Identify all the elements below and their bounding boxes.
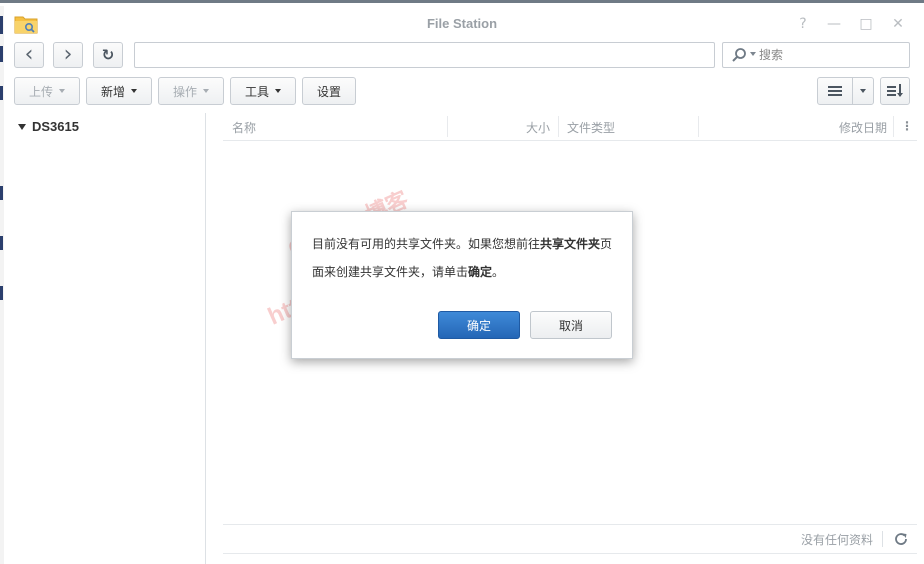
settings-button[interactable]: 设置 (302, 77, 356, 105)
column-name[interactable]: 名称 (232, 119, 256, 136)
upload-button[interactable]: 上传 (14, 77, 80, 105)
column-divider[interactable] (558, 116, 559, 137)
column-divider[interactable] (698, 116, 699, 137)
tools-button[interactable]: 工具 (230, 77, 296, 105)
chevron-down-icon (275, 89, 281, 93)
back-button[interactable]: ‹ (14, 42, 44, 68)
folder-tree: DS3615 (0, 113, 206, 564)
column-header: 名称 大小 文件类型 修改日期 ⋮ (223, 113, 917, 141)
chevron-down-icon (131, 89, 137, 93)
confirm-dialog: 目前没有可用的共享文件夹。如果您想前往共享文件夹页面来创建共享文件夹，请单击确定… (291, 211, 633, 359)
file-station-window: File Station ? — □ ✕ ‹ › ↻ 上传 新增 (0, 0, 924, 564)
message-bold-shared-folder: 共享文件夹 (540, 237, 601, 251)
column-modified[interactable]: 修改日期 (839, 119, 887, 136)
tools-label: 工具 (244, 84, 269, 99)
title-bar[interactable]: File Station ? — □ ✕ (0, 6, 924, 40)
search-box[interactable] (722, 42, 910, 68)
list-view-icon (828, 86, 842, 96)
message-text: 。 (492, 265, 505, 279)
refresh-icon: ↻ (101, 46, 115, 64)
window-title: File Station (426, 16, 498, 31)
action-toolbar: 上传 新增 操作 工具 设置 (0, 76, 924, 108)
chevron-down-icon (860, 89, 866, 93)
dialog-message: 目前没有可用的共享文件夹。如果您想前往共享文件夹页面来创建共享文件夹，请单击确定… (312, 230, 618, 286)
search-options-caret-icon[interactable] (750, 52, 756, 56)
help-icon[interactable]: ? (795, 16, 811, 32)
view-mode-dropdown[interactable] (852, 77, 874, 105)
minimize-icon[interactable]: — (826, 16, 842, 32)
message-text: 目前没有可用的共享文件夹。如果您想前往 (312, 237, 541, 251)
close-icon[interactable]: ✕ (890, 16, 906, 32)
list-view-button[interactable] (817, 77, 853, 105)
sort-icon (887, 84, 903, 97)
status-divider (882, 531, 883, 547)
chevron-right-icon: › (63, 42, 73, 67)
empty-status-text: 没有任何资料 (800, 533, 873, 547)
column-divider[interactable] (447, 116, 448, 137)
chevron-down-icon (203, 89, 209, 93)
chevron-left-icon: ‹ (24, 42, 34, 67)
status-bar: 没有任何资料 (223, 524, 917, 554)
column-size[interactable]: 大小 (526, 119, 550, 136)
search-icon (732, 48, 746, 62)
message-bold-ok: 确定 (468, 265, 493, 279)
ok-button[interactable]: 确定 (438, 311, 520, 339)
column-options-icon[interactable]: ⋮ (901, 119, 913, 133)
navigation-bar: ‹ › ↻ (0, 40, 924, 74)
path-input[interactable] (134, 42, 715, 68)
sort-button[interactable] (880, 77, 910, 105)
cancel-button[interactable]: 取消 (530, 311, 612, 339)
column-divider[interactable] (893, 116, 894, 137)
chevron-down-icon (59, 89, 65, 93)
forward-button[interactable]: › (53, 42, 83, 68)
column-type[interactable]: 文件类型 (567, 119, 615, 136)
action-button[interactable]: 操作 (158, 77, 224, 105)
upload-label: 上传 (28, 84, 53, 99)
create-button[interactable]: 新增 (86, 77, 152, 105)
settings-label: 设置 (316, 84, 341, 99)
maximize-icon[interactable]: □ (858, 16, 874, 32)
expand-arrow-icon[interactable] (18, 123, 26, 130)
action-label: 操作 (172, 84, 197, 99)
create-label: 新增 (100, 84, 125, 99)
refresh-button[interactable]: ↻ (93, 42, 123, 68)
refresh-icon[interactable] (893, 531, 909, 547)
search-input[interactable] (759, 46, 899, 64)
tree-item-ds3615[interactable]: DS3615 (18, 119, 79, 134)
tree-item-label: DS3615 (32, 119, 79, 134)
